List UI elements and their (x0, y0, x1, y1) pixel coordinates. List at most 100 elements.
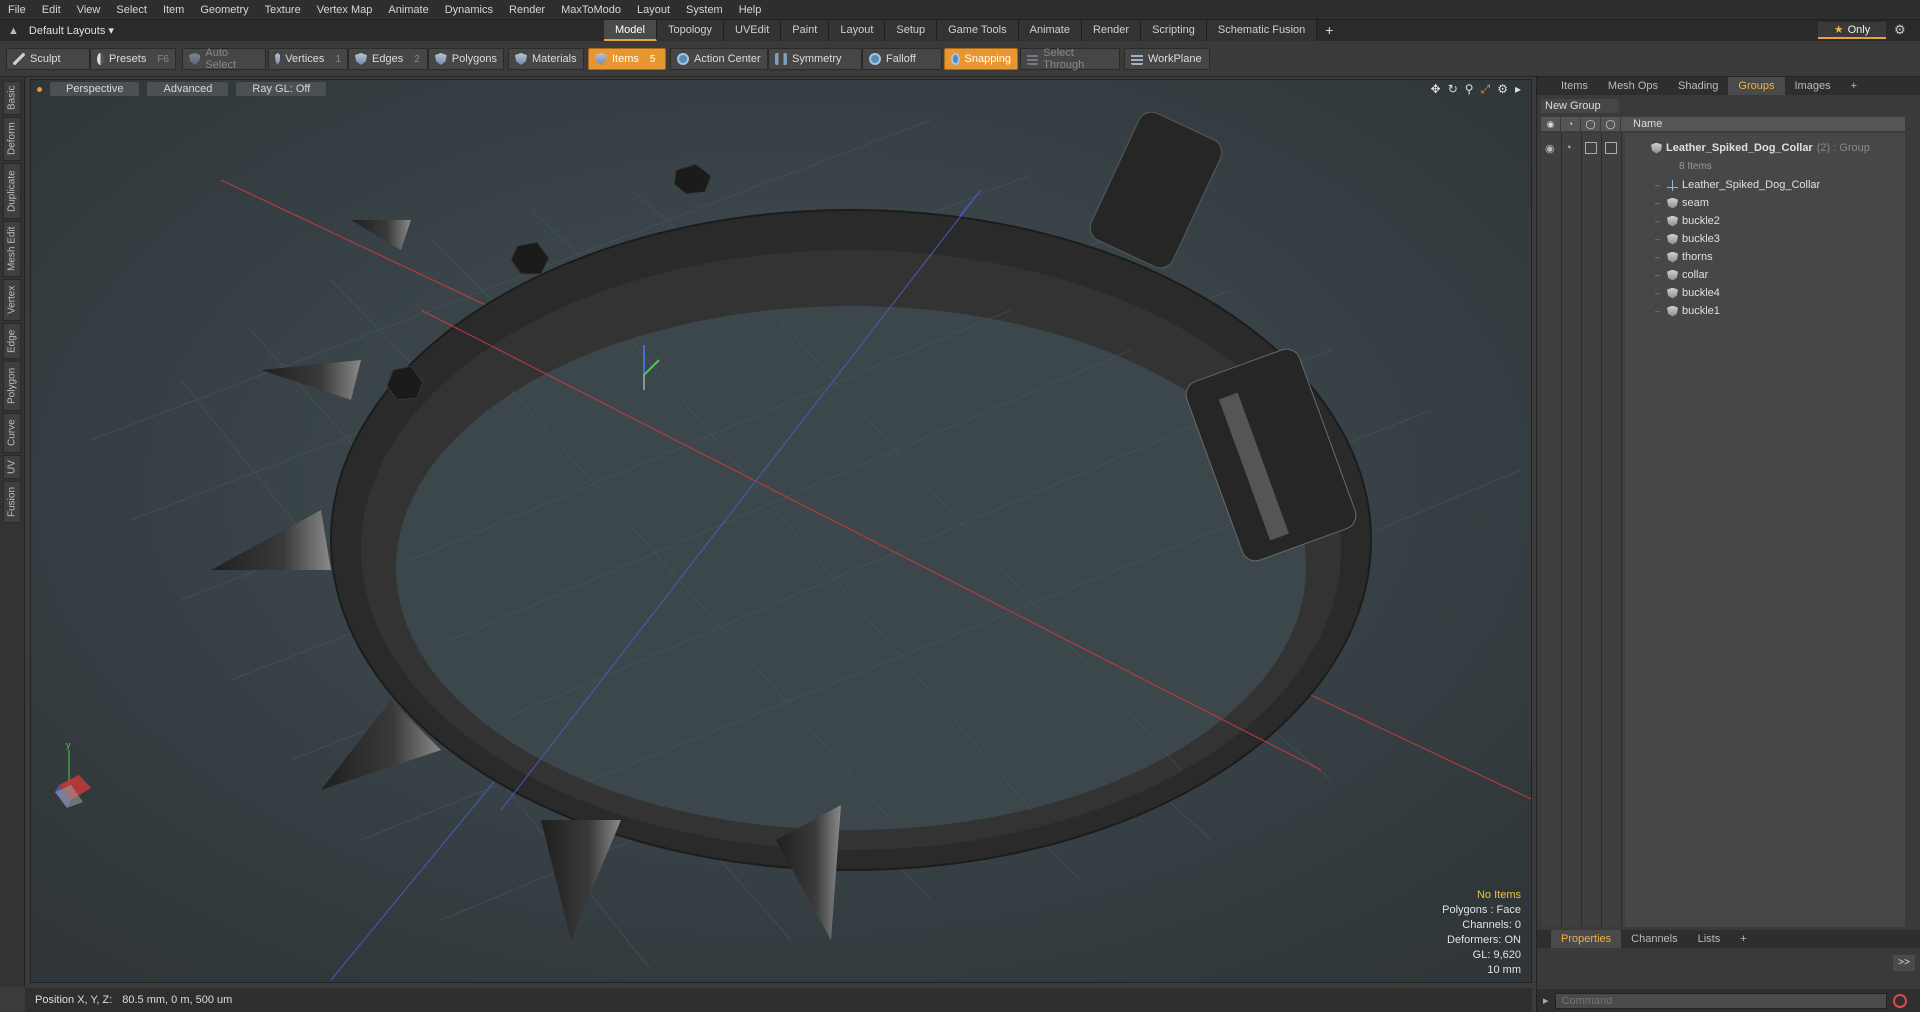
pan-icon[interactable]: ✥ (1431, 82, 1441, 97)
edges-button[interactable]: Edges 2 (348, 48, 428, 70)
add-properties-tab-button[interactable]: + (1730, 930, 1756, 948)
3d-viewport[interactable]: Perspective Advanced Ray GL: Off ✥ ↻ ⚲ ⤢… (30, 79, 1532, 983)
eye-icon[interactable]: ◉ (1545, 142, 1557, 155)
render-toggle-icon[interactable]: ◔ (1565, 142, 1577, 154)
vtab-basic[interactable]: Basic (3, 81, 21, 115)
vtab-mesh-edit[interactable]: Mesh Edit (3, 221, 21, 277)
viewport-settings-icon[interactable]: ⚙ (1497, 82, 1508, 97)
add-panel-tab-button[interactable]: + (1841, 77, 1867, 95)
only-toggle[interactable]: ★ Only (1818, 22, 1886, 39)
tab-game-tools[interactable]: Game Tools (937, 20, 1019, 41)
raygl-toggle[interactable]: Ray GL: Off (236, 82, 327, 96)
tab-setup[interactable]: Setup (885, 20, 938, 41)
tab-shading[interactable]: Shading (1668, 77, 1728, 95)
list-item[interactable]: – buckle4 (1655, 284, 1920, 302)
tab-properties[interactable]: Properties (1551, 930, 1622, 948)
vtab-edge[interactable]: Edge (3, 323, 21, 359)
tab-render[interactable]: Render (1081, 20, 1142, 41)
select-checkbox[interactable] (1605, 142, 1617, 154)
menu-help[interactable]: Help (731, 0, 770, 20)
list-item[interactable]: – thorns (1655, 248, 1920, 266)
tab-items[interactable]: Items (1551, 77, 1598, 95)
fit-icon[interactable]: ⤢ (1481, 82, 1491, 97)
group-root-row[interactable]: Leather_Spiked_Dog_Collar (2) : Group (1651, 139, 1920, 157)
viewport-menu-dot[interactable] (37, 86, 42, 92)
menu-animate[interactable]: Animate (380, 0, 436, 20)
menu-render[interactable]: Render (501, 0, 553, 20)
tab-lists[interactable]: Lists (1688, 930, 1731, 948)
perspective-dropdown[interactable]: Perspective (50, 82, 140, 96)
list-item[interactable]: – collar (1655, 266, 1920, 284)
tab-mesh-ops[interactable]: Mesh Ops (1598, 77, 1668, 95)
rotate-icon[interactable]: ↻ (1448, 82, 1458, 97)
new-group-button[interactable]: New Group (1541, 99, 1619, 113)
tab-channels[interactable]: Channels (1621, 930, 1687, 948)
vtab-curve[interactable]: Curve (3, 413, 21, 453)
polygons-button[interactable]: Polygons (428, 48, 504, 70)
default-layouts-dropdown[interactable]: Default Layouts ▾ (29, 24, 114, 37)
add-tab-button[interactable]: + (1317, 20, 1341, 41)
list-item[interactable]: – buckle3 (1655, 230, 1920, 248)
auto-select-button[interactable]: Auto Select (182, 47, 266, 71)
advanced-dropdown[interactable]: Advanced (147, 82, 229, 96)
items-button[interactable]: Items 5 (588, 48, 666, 70)
workplane-button[interactable]: WorkPlane (1124, 48, 1210, 70)
menu-layout[interactable]: Layout (629, 0, 678, 20)
vertices-button[interactable]: Vertices 1 (268, 48, 348, 70)
select-header-icon[interactable]: ◯ (1601, 117, 1621, 131)
lock-checkbox[interactable] (1585, 142, 1597, 154)
tab-schematic-fusion[interactable]: Schematic Fusion (1206, 20, 1318, 41)
menu-geometry[interactable]: Geometry (192, 0, 256, 20)
snapping-button[interactable]: Snapping (944, 48, 1018, 70)
list-item[interactable]: – Leather_Spiked_Dog_Collar (1655, 176, 1920, 194)
tab-animate[interactable]: Animate (1018, 20, 1082, 41)
lock-header-icon[interactable]: ◯ (1581, 117, 1601, 131)
tab-model[interactable]: Model (604, 20, 657, 41)
menu-select[interactable]: Select (108, 0, 155, 20)
command-stop-icon[interactable] (1892, 993, 1907, 1008)
vtab-deform[interactable]: Deform (3, 117, 21, 161)
tab-groups[interactable]: Groups (1728, 77, 1785, 95)
tab-topology[interactable]: Topology (656, 20, 725, 41)
vtab-fusion[interactable]: Fusion (3, 481, 21, 523)
tab-uvedit[interactable]: UVEdit (724, 20, 782, 41)
list-item[interactable]: – buckle2 (1655, 212, 1920, 230)
sculpt-button[interactable]: Sculpt (6, 48, 90, 70)
vtab-uv[interactable]: UV (3, 455, 21, 479)
vtab-duplicate[interactable]: Duplicate (3, 163, 21, 219)
tab-paint[interactable]: Paint (781, 20, 830, 41)
materials-button[interactable]: Materials (508, 48, 584, 70)
layout-up-icon[interactable]: ▲ (8, 25, 19, 37)
tab-scripting[interactable]: Scripting (1141, 20, 1207, 41)
menu-system[interactable]: System (678, 0, 731, 20)
layout-switcher[interactable]: ▲ Default Layouts ▾ (0, 24, 600, 38)
menu-maxtomodo[interactable]: MaxToModo (553, 0, 629, 20)
position-label: Position X, Y, Z: (35, 994, 113, 1006)
menu-edit[interactable]: Edit (34, 0, 69, 20)
menu-vertex-map[interactable]: Vertex Map (309, 0, 381, 20)
select-through-button[interactable]: Select Through (1020, 47, 1120, 71)
zoom-icon[interactable]: ⚲ (1465, 82, 1474, 97)
tab-layout[interactable]: Layout (829, 20, 886, 41)
visibility-header-icon[interactable]: ◉ (1541, 117, 1561, 131)
render-header-icon[interactable]: ◔ (1561, 117, 1581, 131)
menu-dynamics[interactable]: Dynamics (437, 0, 501, 20)
command-input[interactable] (1554, 992, 1887, 1009)
menu-item[interactable]: Item (155, 0, 192, 20)
menu-view[interactable]: View (69, 0, 109, 20)
gear-icon[interactable]: ⚙ (1894, 22, 1906, 38)
presets-button[interactable]: Presets F6 (90, 48, 176, 70)
tab-images[interactable]: Images (1785, 77, 1841, 95)
list-item[interactable]: – buckle1 (1655, 302, 1920, 320)
name-column-header[interactable]: Name (1621, 118, 1662, 130)
expand-button[interactable]: >> (1893, 955, 1915, 971)
viewport-more-icon[interactable]: ▸ (1515, 82, 1521, 97)
menu-texture[interactable]: Texture (257, 0, 309, 20)
action-center-button[interactable]: Action Center (670, 48, 768, 70)
vtab-polygon[interactable]: Polygon (3, 361, 21, 411)
falloff-button[interactable]: Falloff (862, 48, 942, 70)
vtab-vertex[interactable]: Vertex (3, 279, 21, 321)
list-item[interactable]: – seam (1655, 194, 1920, 212)
menu-file[interactable]: File (0, 0, 34, 20)
symmetry-button[interactable]: Symmetry (768, 48, 862, 70)
